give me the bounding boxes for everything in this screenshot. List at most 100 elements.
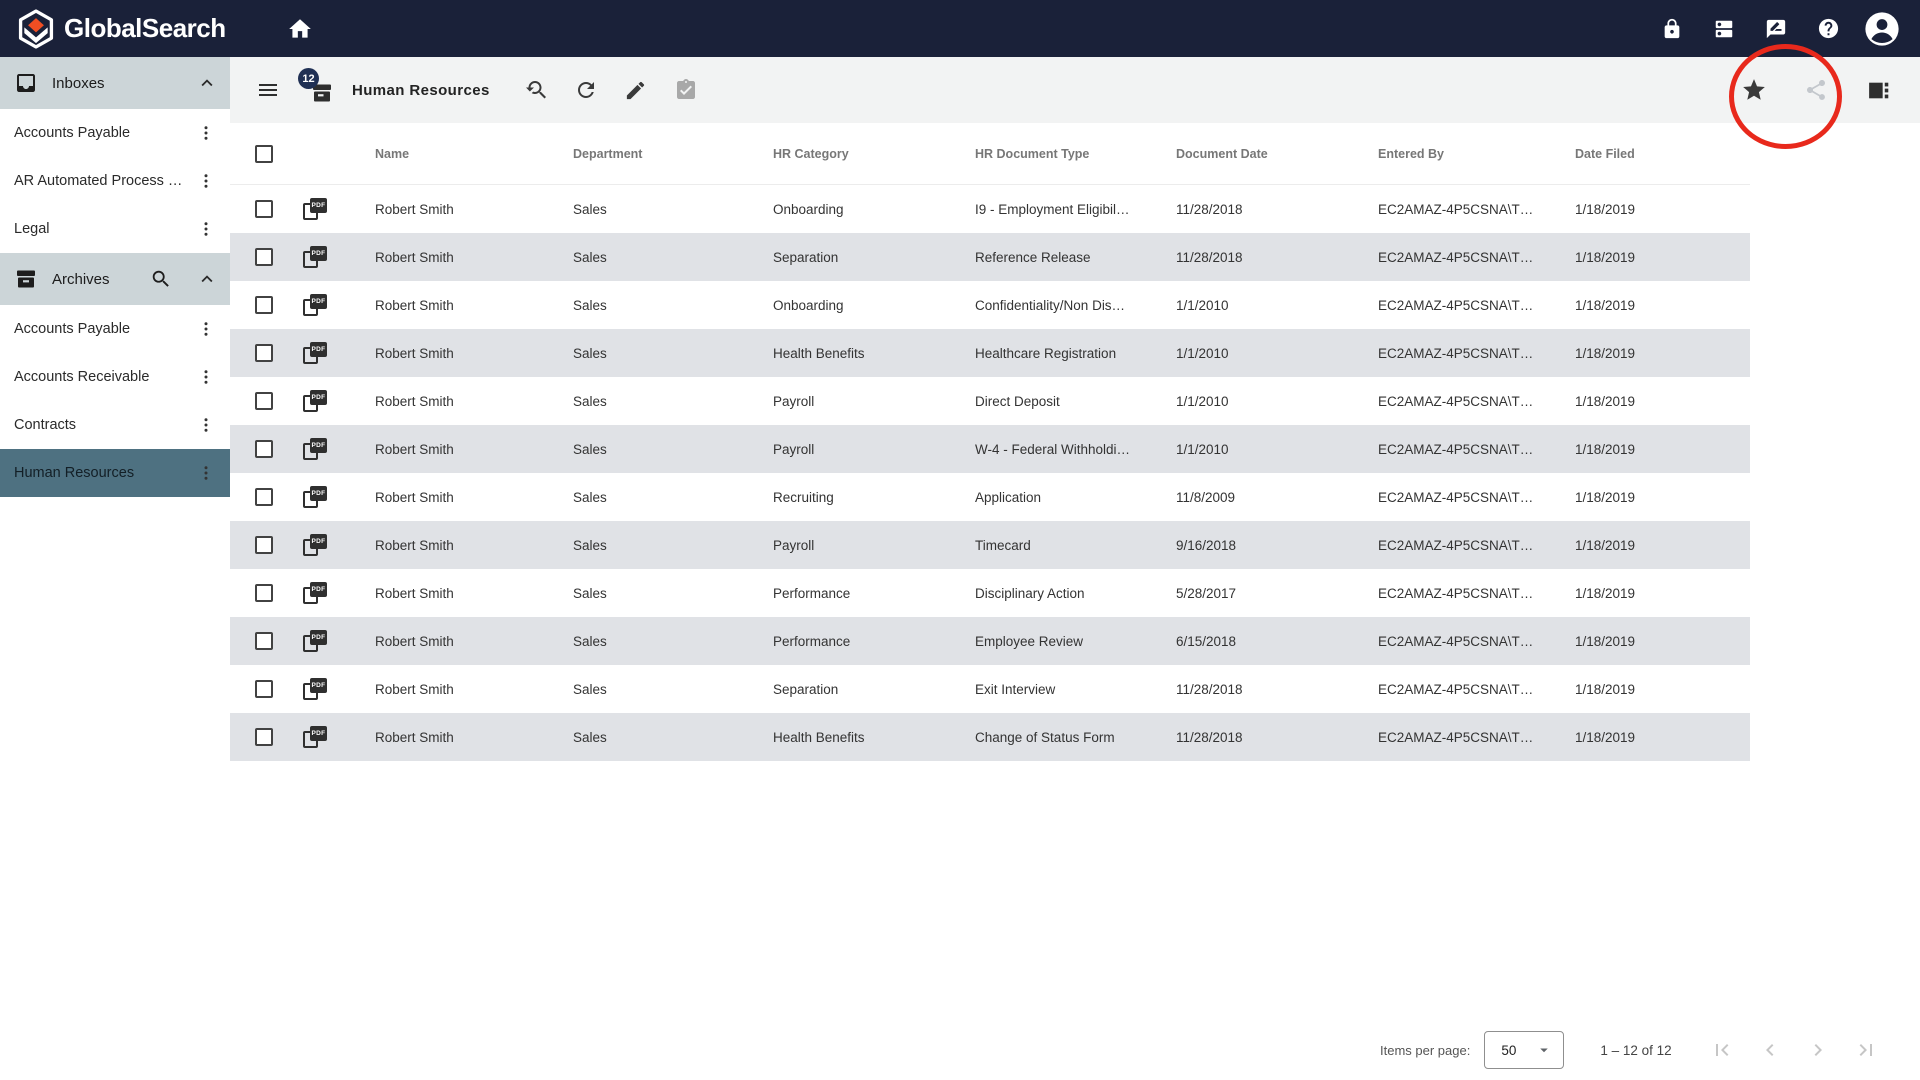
column-header-hr-category[interactable]: HR Category	[768, 147, 970, 161]
sidebar-archive-item[interactable]: Accounts Receivable	[0, 353, 230, 401]
row-checkbox[interactable]	[255, 632, 273, 650]
menu-button[interactable]	[248, 70, 288, 110]
pdf-document-icon[interactable]: PDF	[303, 293, 327, 317]
table-row[interactable]: PDF Robert Smith Sales Payroll Direct De…	[230, 377, 1750, 425]
feedback-button[interactable]	[1756, 9, 1796, 49]
table-row[interactable]: PDF Robert Smith Sales Separation Refere…	[230, 233, 1750, 281]
table-row[interactable]: PDF Robert Smith Sales Recruiting Applic…	[230, 473, 1750, 521]
cell-date-filed: 1/18/2019	[1570, 250, 1750, 265]
pdf-document-icon[interactable]: PDF	[303, 629, 327, 653]
pdf-document-icon[interactable]: PDF	[303, 389, 327, 413]
pdf-document-icon[interactable]: PDF	[303, 581, 327, 605]
table-row[interactable]: PDF Robert Smith Sales Performance Emplo…	[230, 617, 1750, 665]
column-header-name[interactable]: Name	[370, 147, 568, 161]
pdf-document-icon[interactable]: PDF	[303, 245, 327, 269]
help-button[interactable]	[1808, 9, 1848, 49]
select-all-checkbox[interactable]	[255, 145, 273, 163]
table-row[interactable]: PDF Robert Smith Sales Separation Exit I…	[230, 665, 1750, 713]
home-button[interactable]	[280, 9, 320, 49]
pdf-document-icon[interactable]: PDF	[303, 533, 327, 557]
sidebar-archive-item[interactable]: Accounts Payable	[0, 109, 230, 157]
section-label-inboxes: Inboxes	[52, 75, 196, 92]
archives-list: Accounts Payable Accounts Receivable Con…	[0, 305, 230, 497]
sidebar-section-archives[interactable]: Archives	[0, 253, 230, 305]
cell-department: Sales	[568, 538, 768, 553]
cell-entered-by: EC2AMAZ-4P5CSNA\T…	[1373, 682, 1570, 697]
row-checkbox[interactable]	[255, 344, 273, 362]
chevron-up-icon[interactable]	[196, 268, 218, 290]
row-checkbox[interactable]	[255, 248, 273, 266]
kebab-menu-icon[interactable]	[190, 457, 222, 489]
row-checkbox[interactable]	[255, 680, 273, 698]
cell-document-date: 6/15/2018	[1171, 634, 1373, 649]
table-row[interactable]: PDF Robert Smith Sales Performance Disci…	[230, 569, 1750, 617]
lock-icon	[1661, 18, 1683, 40]
kebab-menu-icon[interactable]	[190, 409, 222, 441]
toolbar-left: 12 Human Resources	[248, 70, 706, 110]
cell-document-date: 9/16/2018	[1171, 538, 1373, 553]
sidebar-archive-item[interactable]: AR Automated Process …	[0, 157, 230, 205]
row-checkbox[interactable]	[255, 536, 273, 554]
kebab-menu-icon[interactable]	[190, 165, 222, 197]
table-row[interactable]: PDF Robert Smith Sales Payroll W-4 - Fed…	[230, 425, 1750, 473]
sidebar-section-inboxes[interactable]: Inboxes	[0, 57, 230, 109]
cell-document-date: 1/1/2010	[1171, 394, 1373, 409]
sidebar-archive-item[interactable]: Human Resources	[0, 449, 230, 497]
sidebar-item-label: Legal	[14, 221, 190, 237]
pdf-document-icon[interactable]: PDF	[303, 485, 327, 509]
queues-button[interactable]	[1704, 9, 1744, 49]
column-header-date-filed[interactable]: Date Filed	[1570, 147, 1750, 161]
cell-department: Sales	[568, 250, 768, 265]
row-checkbox[interactable]	[255, 200, 273, 218]
lock-button[interactable]	[1652, 9, 1692, 49]
pdf-document-icon[interactable]: PDF	[303, 197, 327, 221]
cell-department: Sales	[568, 730, 768, 745]
table-row[interactable]: PDF Robert Smith Sales Onboarding Confid…	[230, 281, 1750, 329]
sidebar-archive-item[interactable]: Accounts Payable	[0, 305, 230, 353]
chevron-up-icon[interactable]	[196, 72, 218, 94]
sidebar-archive-item[interactable]: Contracts	[0, 401, 230, 449]
avatar	[1863, 10, 1901, 48]
kebab-menu-icon[interactable]	[190, 117, 222, 149]
kebab-menu-icon[interactable]	[190, 313, 222, 345]
view-sidebar-icon	[1866, 78, 1891, 103]
account-button[interactable]	[1860, 7, 1904, 51]
cell-date-filed: 1/18/2019	[1570, 586, 1750, 601]
pdf-document-icon[interactable]: PDF	[303, 437, 327, 461]
table-row[interactable]: PDF Robert Smith Sales Health Benefits C…	[230, 713, 1750, 761]
archive-search-icon[interactable]	[150, 268, 172, 290]
row-checkbox[interactable]	[255, 488, 273, 506]
kebab-menu-icon[interactable]	[190, 361, 222, 393]
row-checkbox[interactable]	[255, 728, 273, 746]
refresh-button[interactable]	[566, 70, 606, 110]
pdf-document-icon[interactable]: PDF	[303, 677, 327, 701]
page-range-label: 1 – 12 of 12	[1600, 1043, 1671, 1058]
column-header-hr-document-type[interactable]: HR Document Type	[970, 147, 1171, 161]
kebab-menu-icon[interactable]	[190, 213, 222, 245]
table-row[interactable]: PDF Robert Smith Sales Health Benefits H…	[230, 329, 1750, 377]
pdf-document-icon[interactable]: PDF	[303, 725, 327, 749]
column-header-entered-by[interactable]: Entered By	[1373, 147, 1570, 161]
row-checkbox[interactable]	[255, 296, 273, 314]
row-checkbox[interactable]	[255, 440, 273, 458]
table-row[interactable]: PDF Robert Smith Sales Onboarding I9 - E…	[230, 185, 1750, 233]
favorite-button[interactable]	[1734, 70, 1774, 110]
pdf-document-icon[interactable]: PDF	[303, 341, 327, 365]
refine-search-button[interactable]	[516, 70, 556, 110]
column-header-department[interactable]: Department	[568, 147, 768, 161]
cell-hr-category: Performance	[768, 586, 970, 601]
row-checkbox[interactable]	[255, 392, 273, 410]
row-checkbox[interactable]	[255, 584, 273, 602]
cell-hr-category: Performance	[768, 634, 970, 649]
column-header-document-date[interactable]: Document Date	[1171, 147, 1373, 161]
view-columns-button[interactable]	[1858, 70, 1898, 110]
table-row[interactable]: PDF Robert Smith Sales Payroll Timecard …	[230, 521, 1750, 569]
sidebar-archive-item[interactable]: Legal	[0, 205, 230, 253]
pdf-icon-label: PDF	[310, 678, 327, 693]
page-size-select[interactable]: 50	[1484, 1031, 1564, 1069]
cell-entered-by: EC2AMAZ-4P5CSNA\T…	[1373, 250, 1570, 265]
dns-icon	[1713, 18, 1735, 40]
document-count-badge: 12	[298, 68, 319, 89]
edit-button[interactable]	[616, 70, 656, 110]
results-table: Name Department HR Category HR Document …	[230, 123, 1750, 761]
